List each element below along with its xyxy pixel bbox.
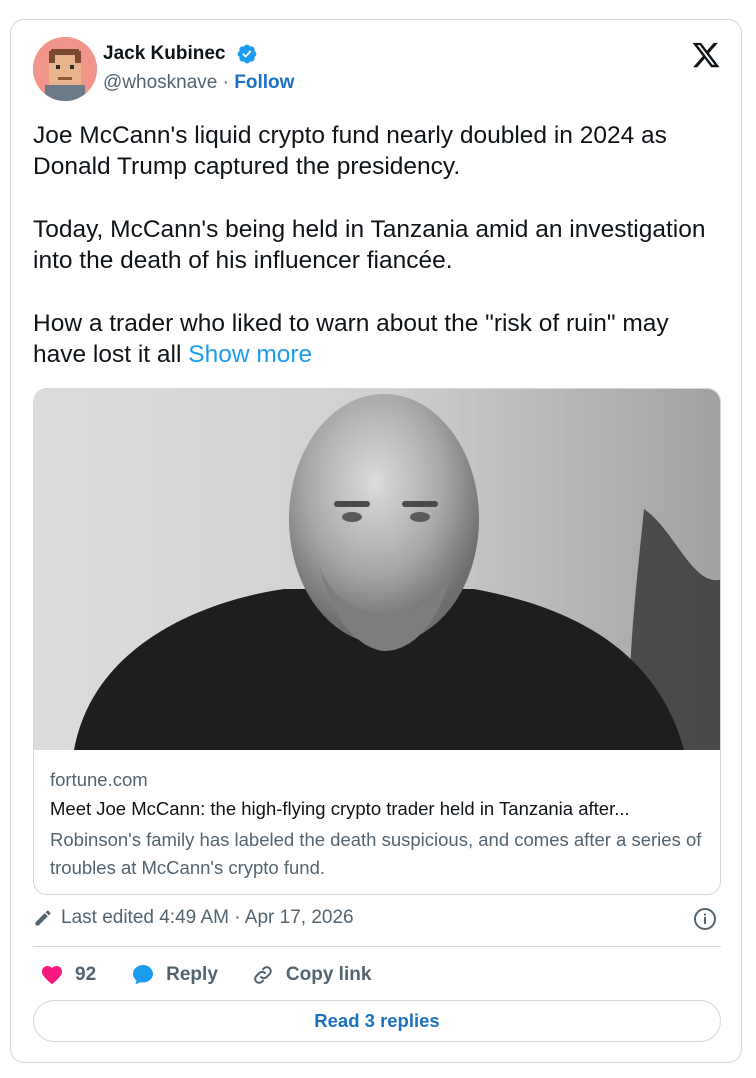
verified-badge-icon	[237, 44, 257, 64]
read-replies-label: Read 3 replies	[314, 1010, 440, 1031]
handle-separator: ·	[217, 72, 235, 93]
tweet-paragraph-2: Today, McCann's being held in Tanzania a…	[33, 216, 706, 274]
copy-link-button[interactable]: Copy link	[250, 963, 372, 987]
link-icon	[254, 966, 272, 984]
article-photo[interactable]	[34, 389, 721, 750]
author-handle[interactable]: @whosknave	[103, 72, 217, 93]
link-title[interactable]: Meet Joe McCann: the high-flying crypto …	[50, 796, 710, 822]
tweet-paragraph-3: How a trader who liked to warn about the…	[33, 308, 723, 370]
divider	[33, 946, 721, 947]
link-preview-card[interactable]: fortune.com Meet Joe McCann: the high-fl…	[33, 388, 721, 895]
copy-link-label: Copy link	[285, 964, 372, 985]
avatar[interactable]	[33, 37, 97, 101]
x-logo-icon[interactable]	[691, 40, 721, 70]
tweet-embed-card: Jack Kubinec @whosknave · Follow Joe McC…	[10, 19, 742, 1063]
author-name[interactable]: Jack Kubinec	[103, 43, 226, 65]
info-icon[interactable]	[693, 907, 717, 931]
like-button[interactable]: 92	[39, 963, 96, 987]
tweet-text: Joe McCann's liquid crypto fund nearly d…	[33, 120, 723, 370]
like-count: 92	[75, 964, 97, 985]
show-more-link[interactable]: Show more	[188, 341, 312, 368]
reply-label: Reply	[166, 964, 218, 985]
read-replies-button[interactable]: Read 3 replies	[33, 1000, 721, 1042]
action-bar: 92 Reply Copy link	[33, 960, 371, 990]
follow-button[interactable]: Follow	[234, 72, 294, 93]
link-description: Robinson's family has labeled the death …	[50, 829, 702, 878]
link-meta: fortune.com Meet Joe McCann: the high-fl…	[50, 768, 710, 882]
pencil-icon	[35, 910, 51, 926]
tweet-paragraph-1: Joe McCann's liquid crypto fund nearly d…	[33, 122, 667, 180]
heart-icon	[42, 966, 62, 985]
handle-row: @whosknave · Follow	[103, 72, 294, 94]
edited-text: Last edited 4:49 AM · Apr 17, 2026	[61, 907, 354, 928]
tweet-paragraph-3-text: How a trader who liked to warn about the…	[33, 310, 669, 368]
reply-bubble-icon	[133, 965, 154, 985]
link-domain: fortune.com	[50, 769, 148, 790]
pixel-avatar-icon	[33, 37, 97, 101]
edited-timestamp-row[interactable]: Last edited 4:49 AM · Apr 17, 2026	[33, 907, 354, 929]
reply-button[interactable]: Reply	[130, 963, 218, 987]
